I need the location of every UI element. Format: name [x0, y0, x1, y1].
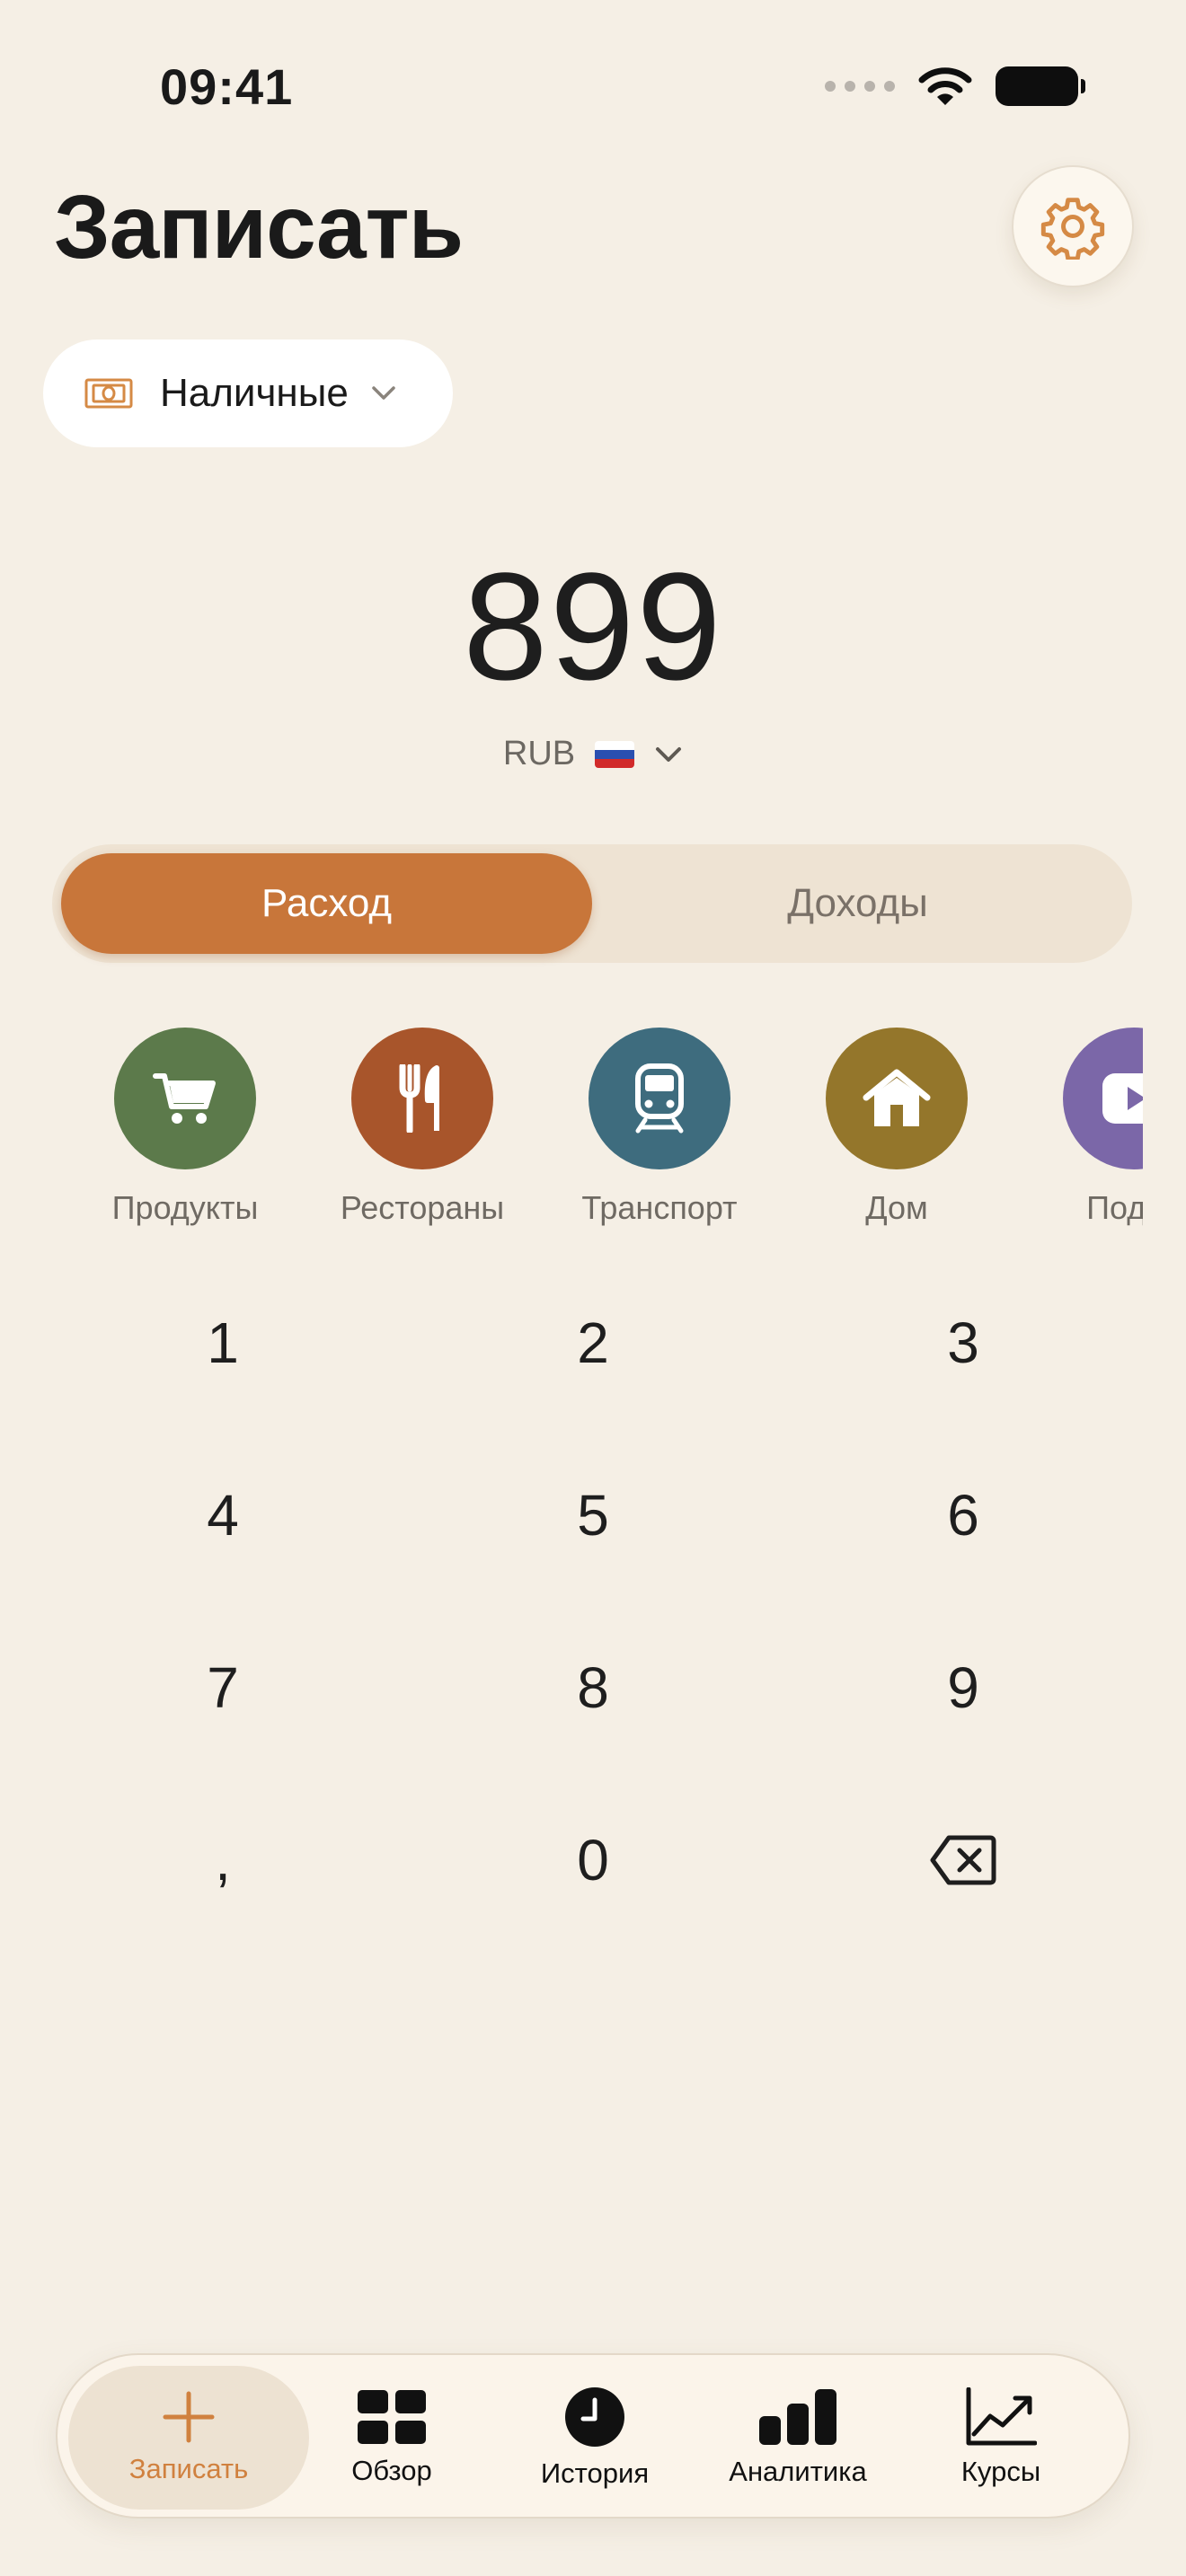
cart-icon — [153, 1073, 216, 1124]
category-label: Дом — [865, 1189, 928, 1226]
tab-label: Обзор — [351, 2455, 432, 2486]
key-3[interactable]: 3 — [828, 1275, 1098, 1410]
income-tab[interactable]: Доходы — [592, 853, 1123, 954]
status-time: 09:41 — [160, 58, 294, 115]
tab-label: История — [540, 2457, 650, 2489]
tab-analytics[interactable]: Аналитика — [708, 2355, 888, 2520]
category-circle — [351, 1028, 493, 1169]
fork-knife-icon — [399, 1064, 439, 1133]
tab-label: Курсы — [960, 2456, 1041, 2487]
house-icon — [863, 1069, 931, 1126]
key-5[interactable]: 5 — [458, 1448, 728, 1583]
signal-icon — [825, 81, 895, 92]
category-restaurants[interactable]: Рестораны — [304, 1028, 541, 1227]
category-circle — [1063, 1028, 1143, 1169]
currency-code: RUB — [502, 735, 576, 772]
cash-icon — [84, 378, 133, 409]
key-4[interactable]: 4 — [88, 1448, 358, 1583]
grid-icon — [358, 2390, 426, 2444]
key-comma[interactable]: , — [88, 1793, 358, 1928]
russia-flag-icon — [595, 740, 635, 768]
train-icon — [635, 1063, 684, 1134]
tab-rates[interactable]: Курсы — [911, 2355, 1091, 2520]
category-label: Рестораны — [340, 1189, 505, 1226]
tab-bar: Записать Обзор История Аналитика Курсы — [56, 2353, 1130, 2519]
transaction-type-toggle: Расход Доходы — [52, 844, 1132, 963]
key-6[interactable]: 6 — [828, 1448, 1098, 1583]
key-7[interactable]: 7 — [88, 1620, 358, 1755]
category-circle — [114, 1028, 256, 1169]
category-home[interactable]: Дом — [778, 1028, 1015, 1227]
expense-tab[interactable]: Расход — [61, 853, 592, 954]
category-label: Подпи — [1086, 1189, 1143, 1226]
key-9[interactable]: 9 — [828, 1620, 1098, 1755]
chevron-down-icon — [656, 746, 682, 762]
amount-display: 899 — [463, 542, 723, 712]
category-label: Продукты — [111, 1189, 259, 1226]
tab-overview[interactable]: Обзор — [302, 2355, 482, 2520]
status-icons — [825, 65, 1085, 108]
backspace-button[interactable] — [828, 1793, 1098, 1928]
currency-selector[interactable]: RUB — [0, 735, 1186, 773]
key-1[interactable]: 1 — [88, 1275, 358, 1410]
chevron-down-icon — [372, 386, 395, 400]
account-label: Наличные — [160, 371, 349, 415]
category-transport[interactable]: Транспорт — [541, 1028, 778, 1227]
record-screen: 09:41 Записать Наличные 899 RUB Расход Д… — [0, 0, 1186, 2576]
page-title: Записать — [54, 177, 464, 278]
category-label: Транспорт — [581, 1189, 738, 1226]
account-selector[interactable]: Наличные — [43, 340, 453, 447]
clock-icon — [565, 2387, 624, 2447]
trend-icon — [966, 2387, 1037, 2446]
gear-icon — [1040, 198, 1105, 260]
tab-history[interactable]: История — [505, 2355, 685, 2520]
category-list: Продукты Рестораны Транспорт Дом Под — [0, 1028, 1143, 1234]
key-0[interactable]: 0 — [458, 1793, 728, 1928]
plus-icon — [163, 2391, 215, 2443]
tab-record[interactable]: Записать — [99, 2355, 279, 2520]
tab-label: Аналитика — [729, 2456, 867, 2487]
key-2[interactable]: 2 — [458, 1275, 728, 1410]
key-8[interactable]: 8 — [458, 1620, 728, 1755]
category-subscriptions[interactable]: Подпи — [1015, 1028, 1143, 1227]
category-products[interactable]: Продукты — [66, 1028, 304, 1227]
battery-icon — [996, 66, 1085, 106]
tab-label: Записать — [128, 2453, 249, 2484]
category-circle — [826, 1028, 968, 1169]
category-circle — [589, 1028, 730, 1169]
bar-chart-icon — [759, 2389, 836, 2445]
backspace-icon — [930, 1835, 996, 1885]
play-icon — [1102, 1073, 1143, 1124]
wifi-icon — [918, 67, 972, 105]
settings-button[interactable] — [1012, 165, 1134, 287]
